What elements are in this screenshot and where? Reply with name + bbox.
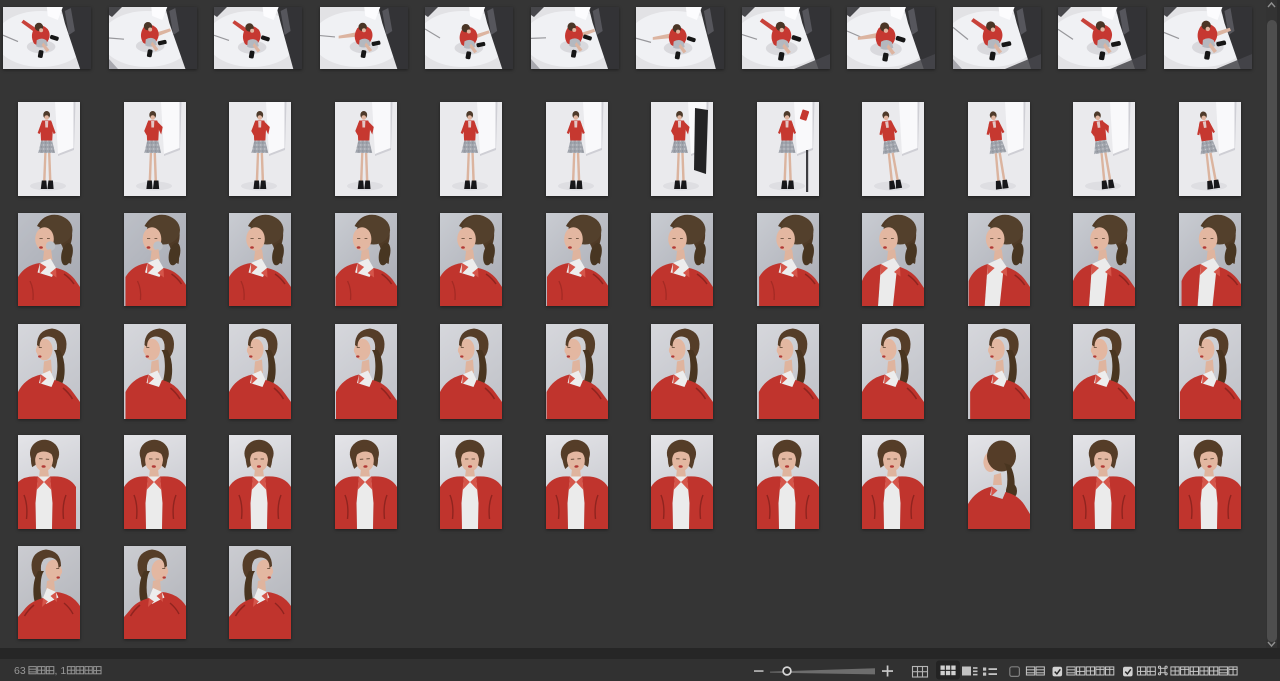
svg-text:, 1: , 1 [55,665,67,677]
svg-text:63: 63 [14,665,26,677]
